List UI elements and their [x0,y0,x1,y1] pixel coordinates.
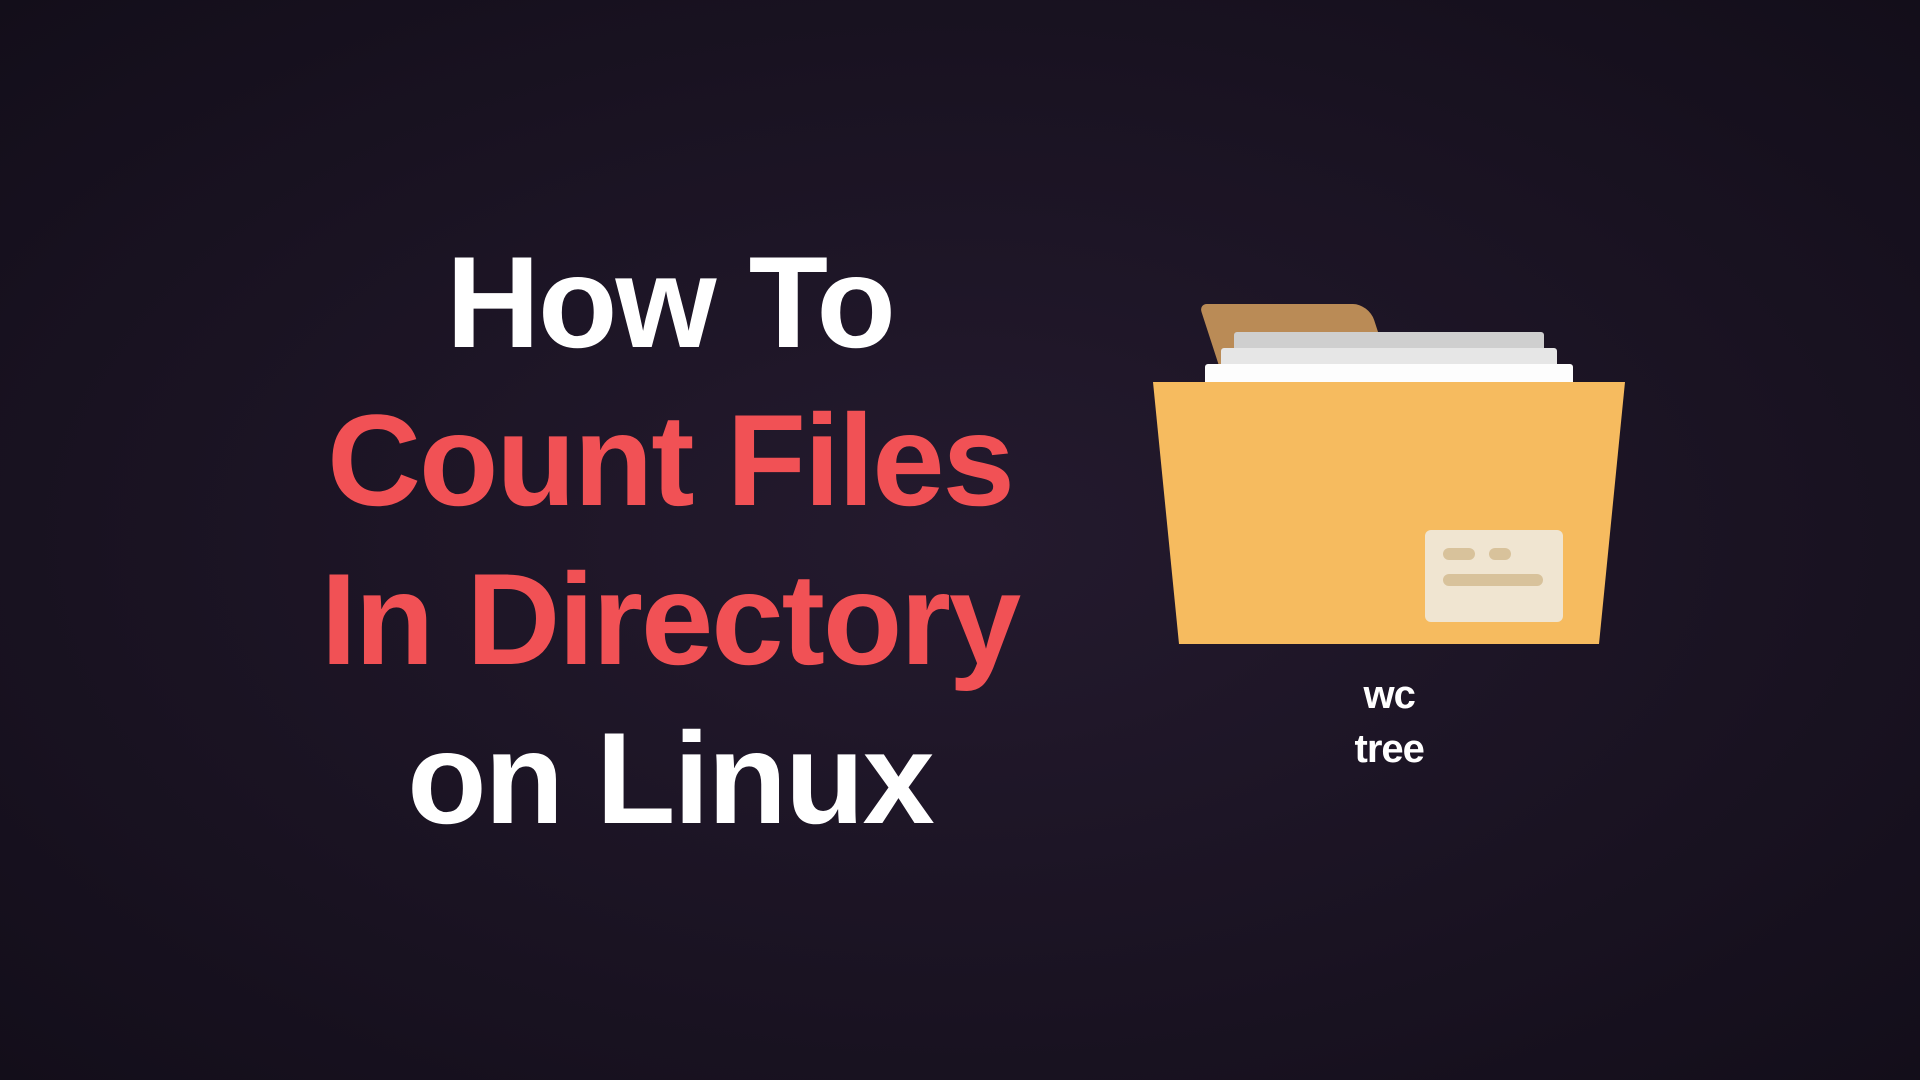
hero-banner: How To Count Files In Directory on Linux [0,223,1920,857]
commands-list: wc tree [1355,668,1424,776]
headline-line-1: How To [321,223,1019,382]
folder-icon [1179,304,1599,644]
headline-line-4: on Linux [321,699,1019,858]
folder-front [1179,382,1599,644]
headline-line-2: Count Files [321,381,1019,540]
label-row-2 [1443,574,1545,586]
label-dash [1489,548,1511,560]
illustration-column: wc tree [1179,304,1599,776]
headline-block: How To Count Files In Directory on Linux [321,223,1019,857]
label-dash [1443,574,1543,586]
command-tree: tree [1355,722,1424,776]
command-wc: wc [1355,668,1424,722]
label-dash [1443,548,1475,560]
folder-label-sticker [1425,530,1563,622]
label-row-1 [1443,548,1545,560]
headline-line-3: In Directory [321,540,1019,699]
